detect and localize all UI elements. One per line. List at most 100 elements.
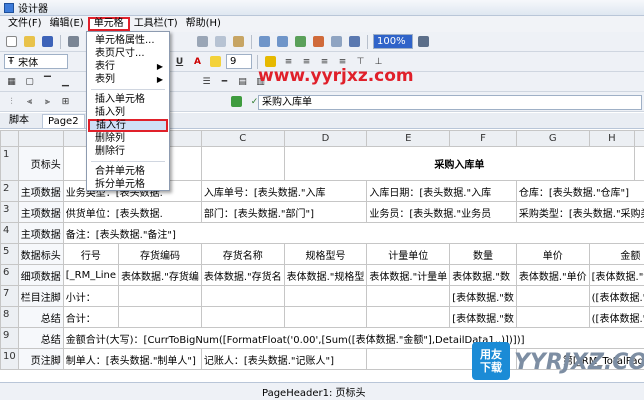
fill-color-icon[interactable]: [208, 54, 223, 69]
cell[interactable]: 表体数据."存货编: [118, 264, 202, 286]
header-cell[interactable]: 数量: [449, 243, 517, 265]
insert-chart-icon[interactable]: [311, 34, 326, 49]
menu-item-delete-column[interactable]: 删除列: [87, 132, 169, 145]
column-header[interactable]: E: [366, 130, 451, 147]
formula-input[interactable]: 采购入库单: [258, 95, 642, 110]
cell[interactable]: [118, 306, 202, 328]
menu-edit[interactable]: 编辑(E): [46, 17, 88, 31]
save-icon[interactable]: [40, 34, 55, 49]
menu-help[interactable]: 帮助(H): [182, 17, 225, 31]
cell[interactable]: 表体数据."规格型: [283, 264, 368, 286]
menu-item-insert-column[interactable]: 插入列: [87, 106, 169, 119]
menu-item-delete-row[interactable]: 删除行: [87, 145, 169, 158]
band-label[interactable]: 细项数据: [17, 264, 64, 286]
column-header[interactable]: H: [588, 130, 636, 147]
redo-icon[interactable]: [275, 34, 290, 49]
cell[interactable]: 入库单号：[表头数据."入库: [200, 180, 368, 202]
row-number[interactable]: 9: [0, 327, 19, 349]
cell[interactable]: [200, 285, 285, 307]
column-header[interactable]: F: [449, 130, 517, 147]
undo-icon[interactable]: [257, 34, 272, 49]
split-tool-icon[interactable]: ⫸: [40, 94, 55, 109]
cell[interactable]: 表体数据."存货名: [200, 264, 285, 286]
tab-script[interactable]: 脚本: [4, 114, 34, 128]
grid-icon[interactable]: [329, 34, 344, 49]
cell[interactable]: [634, 146, 644, 181]
cell[interactable]: 供货单位：[表头数据.: [62, 201, 202, 223]
font-name-select[interactable]: Ŧ 宋体: [4, 54, 68, 69]
cell[interactable]: 入库日期：[表头数据."入库: [366, 180, 517, 202]
menu-item-insert-row[interactable]: 插入行: [88, 119, 168, 132]
menu-item-split-cells[interactable]: 拆分单元格: [87, 178, 169, 191]
menu-item-table-row[interactable]: 表行 ▶: [87, 60, 169, 73]
cell[interactable]: [200, 146, 285, 181]
cell[interactable]: 制单人：[表头数据."制单人"]: [62, 348, 202, 370]
band-tool-icon[interactable]: ⊞: [58, 94, 73, 109]
border-top-icon[interactable]: ▔: [40, 74, 55, 89]
header-cell[interactable]: 计量单位: [366, 243, 451, 265]
menu-cell[interactable]: 单元格: [87, 17, 130, 31]
cell[interactable]: 金额合计(大写)：[CurrToBigNum([FormatFloat('0.0…: [62, 327, 644, 349]
cell[interactable]: [515, 306, 590, 328]
row-number[interactable]: 4: [0, 222, 19, 244]
cell[interactable]: ([表体数据."金额: [588, 285, 644, 307]
row-number[interactable]: 8: [0, 306, 19, 328]
cell[interactable]: [283, 306, 368, 328]
cell[interactable]: 合计：: [62, 306, 120, 328]
column-header[interactable]: G: [515, 130, 590, 147]
row-number[interactable]: 1: [0, 146, 19, 181]
row-number[interactable]: 5: [0, 243, 19, 265]
tab-page2[interactable]: Page2: [42, 114, 85, 128]
border-all-icon[interactable]: ▦: [4, 74, 19, 89]
menu-item-insert-cell[interactable]: 插入单元格: [87, 93, 169, 106]
band-label[interactable]: 主项数据: [17, 201, 64, 223]
menu-item-merge-cells[interactable]: 合并单元格: [87, 165, 169, 178]
cell[interactable]: 部门：[表头数据."部门"]: [200, 201, 368, 223]
menu-item-table-column[interactable]: 表列 ▶: [87, 73, 169, 86]
align-tool-icon[interactable]: ⫶: [4, 94, 19, 109]
copy-icon[interactable]: [213, 34, 228, 49]
row-number[interactable]: 10: [0, 348, 19, 370]
cell[interactable]: [200, 306, 285, 328]
cut-icon[interactable]: [195, 34, 210, 49]
cell[interactable]: [表体数据."数: [449, 285, 517, 307]
row-number[interactable]: 2: [0, 180, 19, 202]
zoom-select[interactable]: 100%: [373, 34, 413, 49]
header-cell[interactable]: 单价: [515, 243, 590, 265]
cell[interactable]: 采购类型：[表头数据."采购类型"]: [515, 201, 644, 223]
cell[interactable]: [表体数据."金额": [588, 264, 644, 286]
cell[interactable]: 备注：[表头数据."备注"]: [62, 222, 644, 244]
cell[interactable]: 表体数据."计量单: [366, 264, 451, 286]
menu-item-page-size[interactable]: 表页尺寸...: [87, 47, 169, 60]
cell[interactable]: 表体数据."数: [449, 264, 517, 286]
cell[interactable]: [表体数据."数: [449, 306, 517, 328]
paste-icon[interactable]: [231, 34, 246, 49]
band-label[interactable]: 主项数据: [17, 222, 64, 244]
cell[interactable]: 记账人：[表头数据."记账人"]: [200, 348, 368, 370]
column-header[interactable]: I: [634, 130, 644, 147]
new-icon[interactable]: [4, 34, 19, 49]
cell[interactable]: [283, 285, 368, 307]
cell[interactable]: [515, 285, 590, 307]
report-title-cell[interactable]: 采购入库单: [283, 146, 636, 181]
menu-file[interactable]: 文件(F): [4, 17, 46, 31]
font-color-icon[interactable]: A: [190, 54, 205, 69]
font-size-select[interactable]: 9: [226, 54, 252, 69]
header-cell[interactable]: 规格型号: [283, 243, 368, 265]
cell[interactable]: ([表体数据."金额: [588, 306, 644, 328]
band-label[interactable]: 页标头: [17, 146, 64, 181]
cell[interactable]: 仓库：[表头数据."仓库"]: [515, 180, 644, 202]
band-label[interactable]: 页注脚: [17, 348, 64, 370]
print-icon[interactable]: [66, 34, 81, 49]
cell[interactable]: 业务员：[表头数据."业务员: [366, 201, 517, 223]
border-bottom-icon[interactable]: ▁: [58, 74, 73, 89]
insert-image-icon[interactable]: [293, 34, 308, 49]
column-header[interactable]: D: [283, 130, 368, 147]
row-number[interactable]: 3: [0, 201, 19, 223]
band-label[interactable]: 数据标头: [17, 243, 64, 265]
band-label[interactable]: 栏目注脚: [17, 285, 64, 307]
header-cell[interactable]: 金额: [588, 243, 644, 265]
band-label[interactable]: 总结: [17, 327, 64, 349]
header-cell[interactable]: 存货编码: [118, 243, 202, 265]
underline-icon[interactable]: U: [172, 54, 187, 69]
